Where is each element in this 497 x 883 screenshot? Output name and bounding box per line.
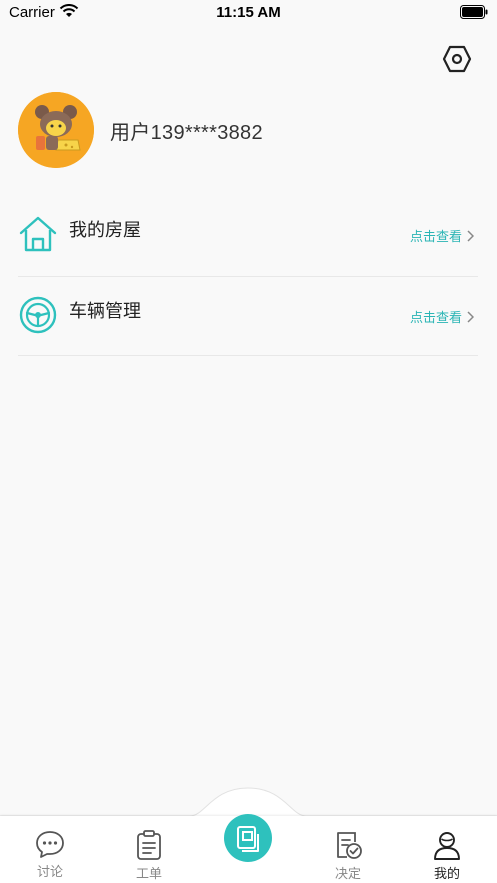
center-action-icon xyxy=(237,826,259,852)
house-icon xyxy=(18,214,58,254)
menu-item-label: 车辆管理 xyxy=(69,301,141,321)
status-bar: Carrier 11:15 AM xyxy=(0,0,497,28)
gear-icon xyxy=(442,45,472,73)
tab-discussion[interactable]: 讨论 xyxy=(20,830,80,880)
clipboard-icon xyxy=(137,830,161,860)
username: 用户139****3882 xyxy=(110,121,263,144)
tab-label: 讨论 xyxy=(36,864,63,879)
tab-decision[interactable]: 决定 xyxy=(318,830,378,882)
view-link[interactable]: 点击查看 xyxy=(410,307,474,326)
chevron-right-icon xyxy=(467,229,474,242)
menu-item-vehicle-management[interactable]: 车辆管理 点击查看 xyxy=(18,277,478,356)
user-icon xyxy=(434,832,460,860)
tab-label: 决定 xyxy=(334,866,361,881)
tab-label: 工单 xyxy=(135,866,162,881)
document-check-icon xyxy=(337,832,362,859)
menu-list: 我的房屋 点击查看 车辆管理 点击查看 xyxy=(18,190,478,356)
battery-icon xyxy=(460,5,488,24)
profile-header[interactable]: 用户139****3882 xyxy=(18,92,263,168)
settings-button[interactable] xyxy=(440,42,474,76)
view-link[interactable]: 点击查看 xyxy=(410,226,474,245)
status-time: 11:15 AM xyxy=(216,4,281,21)
tab-label: 我的 xyxy=(433,866,460,881)
avatar[interactable] xyxy=(18,92,94,168)
chevron-right-icon xyxy=(467,310,474,323)
view-link-label: 点击查看 xyxy=(409,229,462,244)
menu-item-my-house[interactable]: 我的房屋 点击查看 xyxy=(18,190,478,277)
chat-bubble-icon xyxy=(36,831,64,858)
tab-mine[interactable]: 我的 xyxy=(417,830,477,882)
steering-wheel-icon xyxy=(18,295,58,335)
menu-item-label: 我的房屋 xyxy=(69,220,141,240)
tab-work-order[interactable]: 工单 xyxy=(119,830,179,882)
center-action-button[interactable] xyxy=(224,814,272,862)
view-link-label: 点击查看 xyxy=(409,310,462,325)
